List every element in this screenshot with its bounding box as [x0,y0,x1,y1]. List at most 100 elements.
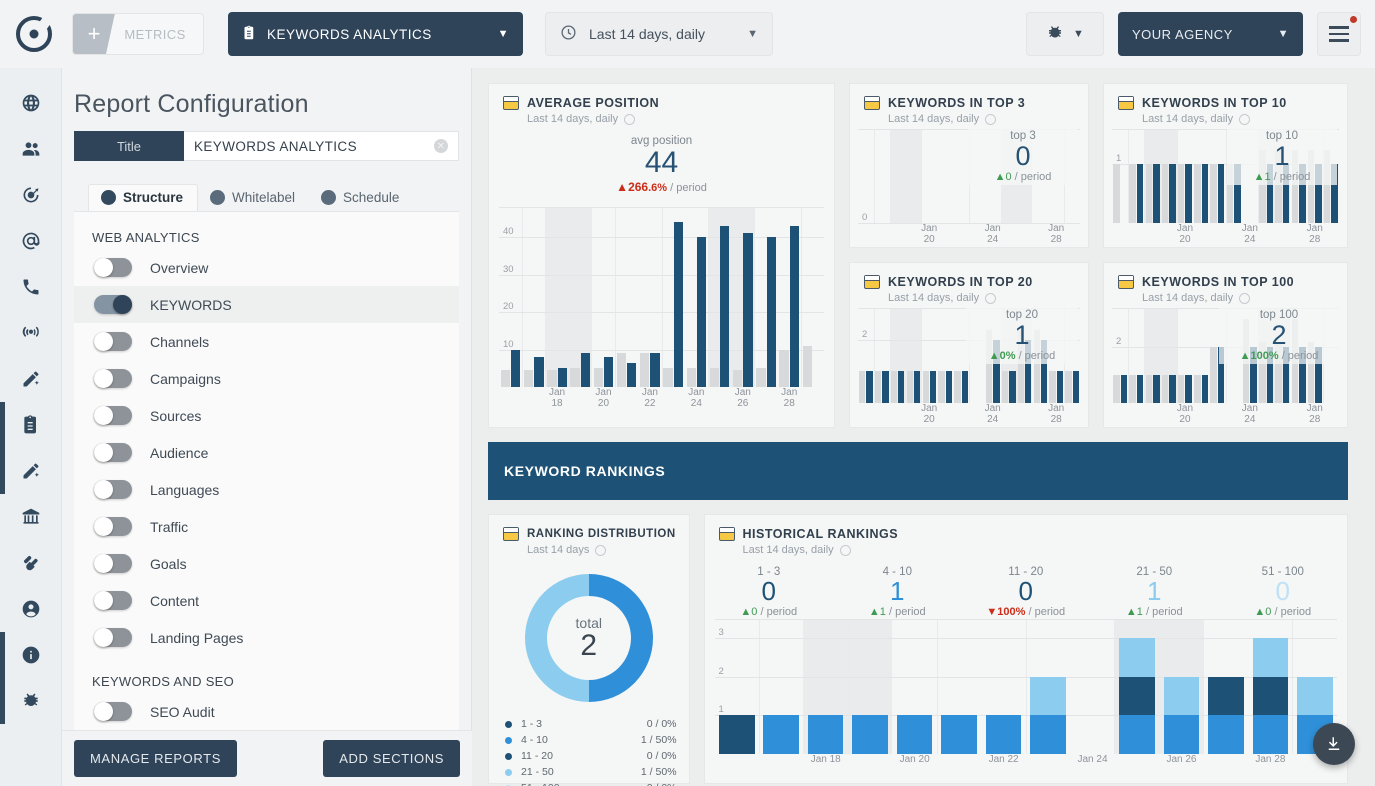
bar-segment [896,715,933,754]
sidebar-item-reports[interactable] [0,402,62,448]
legend-item: 21 - 50 1 / 50% [505,764,677,780]
sidebar-item-globe[interactable] [0,80,62,126]
section-toggle-row[interactable]: Audience [74,434,459,471]
info-icon[interactable] [985,292,997,304]
card-keywords-top-10[interactable]: KEYWORDS IN TOP 10 Last 14 days, daily 1… [1103,83,1348,248]
report-selector[interactable]: KEYWORDS ANALYTICS ▼ [228,12,523,56]
app-logo[interactable] [0,16,68,52]
info-icon[interactable] [624,113,636,125]
bar-column [1128,308,1144,403]
card-average-position[interactable]: AVERAGE POSITION Last 14 days, daily avg… [488,83,835,428]
toggle-switch[interactable] [94,369,132,388]
manage-reports-button[interactable]: MANAGE REPORTS [74,740,237,777]
card-keywords-top-3[interactable]: KEYWORDS IN TOP 3 Last 14 days, daily 0 J… [849,83,1089,248]
sidebar-item-broadcast[interactable] [0,310,62,356]
section-toggle-row[interactable]: Channels [74,323,459,360]
toggle-switch[interactable] [94,332,132,351]
bar-pair [1177,308,1193,403]
sidebar-item-info[interactable] [0,632,62,678]
toggle-switch[interactable] [94,702,132,721]
bar-pair [592,207,615,387]
toggle-switch[interactable] [94,591,132,610]
x-axis-tick-empty [1193,223,1209,241]
sidebar-item-billing[interactable] [0,494,62,540]
section-toggle-row[interactable]: Languages [74,471,459,508]
close-icon[interactable]: ✕ [434,139,448,153]
x-axis-tick-empty [1144,223,1160,241]
section-toggle-row[interactable]: Campaigns [74,360,459,397]
x-axis-labels: Jan 20 Jan 24 Jan 28 [858,403,1080,425]
agency-selector[interactable]: YOUR AGENCY ▼ [1118,12,1303,56]
x-axis-tick-empty [1290,403,1306,421]
historical-metric-value: 1 [1147,576,1162,606]
toggle-switch[interactable] [94,406,132,425]
add-sections-button[interactable]: ADD SECTIONS [323,740,460,777]
card-keywords-top-100[interactable]: KEYWORDS IN TOP 100 Last 14 days, daily … [1103,262,1348,428]
x-axis-tick: Jan 24 [1241,223,1258,245]
section-toggle-row[interactable]: Sources [74,397,459,434]
section-toggle-label: Campaigns [150,370,221,387]
bar-segment [1119,676,1155,716]
info-icon[interactable] [595,544,607,556]
kpi-value: 44 [644,146,679,179]
sidebar-item-account[interactable] [0,586,62,632]
tab-whitelabel[interactable]: Whitelabel [198,185,309,211]
title-input[interactable]: KEYWORDS ANALYTICS ✕ [184,131,459,161]
section-toggle-row[interactable]: KEYWORDS [74,286,459,323]
tab-structure[interactable]: Structure [88,184,199,211]
date-range-selector[interactable]: Last 14 days, daily ▼ [545,12,773,56]
x-axis-tick: Jan 20 [921,403,938,425]
bar-current [1185,164,1192,223]
section-toggle-row[interactable]: Overview [74,249,459,286]
section-toggle-row[interactable]: SEO Audit [74,693,459,730]
bar-pair [858,129,874,223]
info-icon[interactable] [985,113,997,125]
kpi-delta-arrow: ▲ [616,179,629,194]
section-toggle-row[interactable]: Traffic [74,508,459,545]
report-preview-canvas[interactable]: AVERAGE POSITION Last 14 days, daily avg… [472,68,1375,786]
info-icon[interactable] [1239,292,1251,304]
legend-item: 11 - 20 0 / 0% [505,748,677,764]
kpi-value: 1 [1014,320,1030,350]
section-toggle-row[interactable]: Content [74,582,459,619]
kpi-delta-value: 0% [999,350,1016,363]
toggle-switch[interactable] [94,554,132,573]
download-button[interactable] [1313,723,1355,765]
info-icon[interactable] [839,544,851,556]
tracker-selector[interactable]: ▼ [1026,12,1104,56]
sidebar-item-integrations[interactable] [0,540,62,586]
tab-schedule[interactable]: Schedule [309,185,413,211]
section-toggle-row[interactable]: Landing Pages [74,619,459,656]
toggle-switch[interactable] [94,443,132,462]
bar-current [511,349,521,387]
x-axis-tick-empty [1112,223,1128,241]
bar-current [789,225,800,387]
toggle-switch[interactable] [94,517,132,536]
toggle-switch[interactable] [94,480,132,499]
bar-previous [500,370,511,387]
metrics-button[interactable]: + METRICS [72,13,204,55]
section-toggle-row[interactable]: Goals [74,545,459,582]
sidebar-item-email[interactable] [0,218,62,264]
card-keywords-top-20[interactable]: KEYWORDS IN TOP 20 Last 14 days, daily 2… [849,262,1089,428]
bar-column [1161,308,1177,403]
sidebar-item-editor[interactable] [0,448,62,494]
sidebar-item-compose[interactable] [0,356,62,402]
toggle-switch[interactable] [94,258,132,277]
sidebar-item-bug[interactable] [0,678,62,724]
x-axis-tick-empty [1064,223,1080,241]
sidebar-item-calls[interactable] [0,264,62,310]
x-axis-tick-empty [1323,223,1339,241]
kpi-delta-value: 100% [1250,350,1279,363]
download-icon [1328,737,1340,750]
card-historical-rankings[interactable]: HISTORICAL RANKINGS Last 14 days, daily … [703,514,1348,784]
bar-previous [779,349,789,387]
sidebar-item-target[interactable] [0,172,62,218]
toggle-switch[interactable] [94,295,132,314]
info-icon[interactable] [1239,113,1251,125]
bar-column [1248,619,1292,754]
toggle-switch[interactable] [94,628,132,647]
card-ranking-distribution[interactable]: RANKING DISTRIBUTION Last 14 days total … [488,514,690,786]
menu-button[interactable] [1317,12,1361,56]
sidebar-item-users[interactable] [0,126,62,172]
